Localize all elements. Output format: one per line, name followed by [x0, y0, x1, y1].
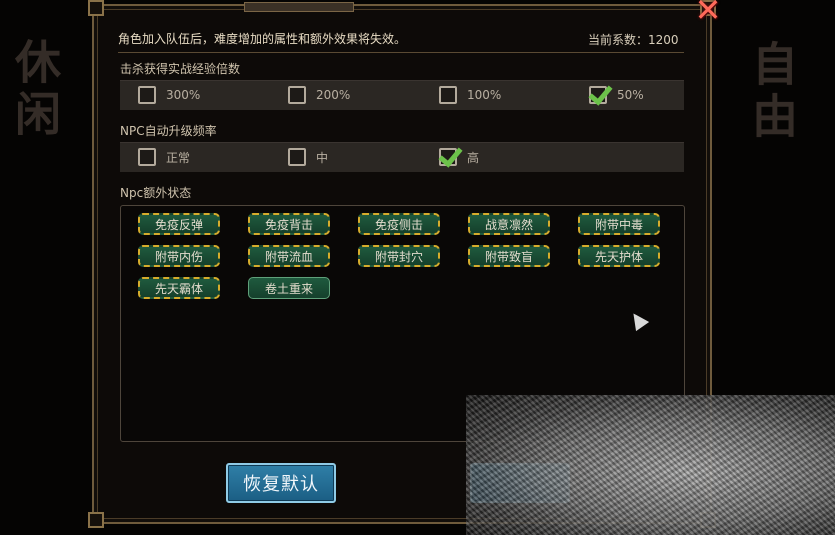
- exp-option-200[interactable]: 200%: [288, 85, 350, 105]
- checkbox[interactable]: [138, 86, 156, 104]
- option-label: 50%: [617, 88, 644, 102]
- background-calligraphy-left: 休闲: [8, 38, 62, 142]
- option-label: 200%: [316, 88, 351, 102]
- npc-extra-status-label: Npc额外状态: [120, 186, 192, 200]
- npc-level-option-medium[interactable]: 中: [288, 147, 328, 167]
- exp-multiplier-label: 击杀获得实战经验倍数: [120, 62, 241, 76]
- status-tag-innate-super-armor[interactable]: 先天霸体: [138, 277, 220, 299]
- status-tag-blind[interactable]: 附带致盲: [468, 245, 550, 267]
- npc-level-option-normal[interactable]: 正常: [138, 147, 190, 167]
- option-label: 300%: [166, 88, 201, 102]
- status-tag-immune-backstab[interactable]: 免疫背击: [248, 213, 330, 235]
- status-tag-comeback[interactable]: 卷土重来: [248, 277, 330, 299]
- option-label: 高: [467, 150, 480, 165]
- npc-level-frequency-label: NPC自动升级频率: [120, 124, 217, 138]
- frame-corner: [88, 0, 104, 16]
- party-notice-text: 角色加入队伍后，难度增加的属性和额外效果将失效。: [118, 32, 407, 46]
- exp-option-300[interactable]: 300%: [138, 85, 200, 105]
- checkbox[interactable]: [288, 86, 306, 104]
- close-button[interactable]: ✕: [692, 0, 724, 26]
- status-tag-seal-acupoint[interactable]: 附带封穴: [358, 245, 440, 267]
- checkbox-checked[interactable]: [439, 148, 457, 166]
- current-coefficient: 当前系数：1200: [588, 33, 679, 47]
- option-label: 正常: [166, 150, 191, 165]
- noise-overlay: [466, 395, 835, 535]
- checkbox[interactable]: [439, 86, 457, 104]
- option-label: 中: [316, 150, 329, 165]
- option-label: 100%: [467, 88, 502, 102]
- exp-option-50[interactable]: 50%: [589, 85, 644, 105]
- npc-level-option-high[interactable]: 高: [439, 147, 479, 167]
- npc-level-frequency-options: 正常 中 高: [120, 142, 684, 172]
- close-icon: ✕: [694, 0, 722, 29]
- status-tag-innate-guard[interactable]: 先天护体: [578, 245, 660, 267]
- status-tag-internal-injury[interactable]: 附带内伤: [138, 245, 220, 267]
- status-tag-poison[interactable]: 附带中毒: [578, 213, 660, 235]
- status-tag-battle-spirit[interactable]: 战意凛然: [468, 213, 550, 235]
- checkbox-checked[interactable]: [589, 86, 607, 104]
- status-tag-bleed[interactable]: 附带流血: [248, 245, 330, 267]
- header-divider: [118, 52, 684, 53]
- restore-default-button[interactable]: 恢复默认: [226, 463, 336, 503]
- checkbox[interactable]: [288, 148, 306, 166]
- status-tag-immune-reflect[interactable]: 免疫反弹: [138, 213, 220, 235]
- background-calligraphy-right: 自由: [745, 40, 799, 144]
- frame-corner: [88, 512, 104, 528]
- status-tag-immune-flank[interactable]: 免疫侧击: [358, 213, 440, 235]
- checkbox[interactable]: [138, 148, 156, 166]
- window-top-tab: [244, 2, 354, 12]
- exp-option-100[interactable]: 100%: [439, 85, 501, 105]
- exp-multiplier-options: 300% 200% 100% 50%: [120, 80, 684, 110]
